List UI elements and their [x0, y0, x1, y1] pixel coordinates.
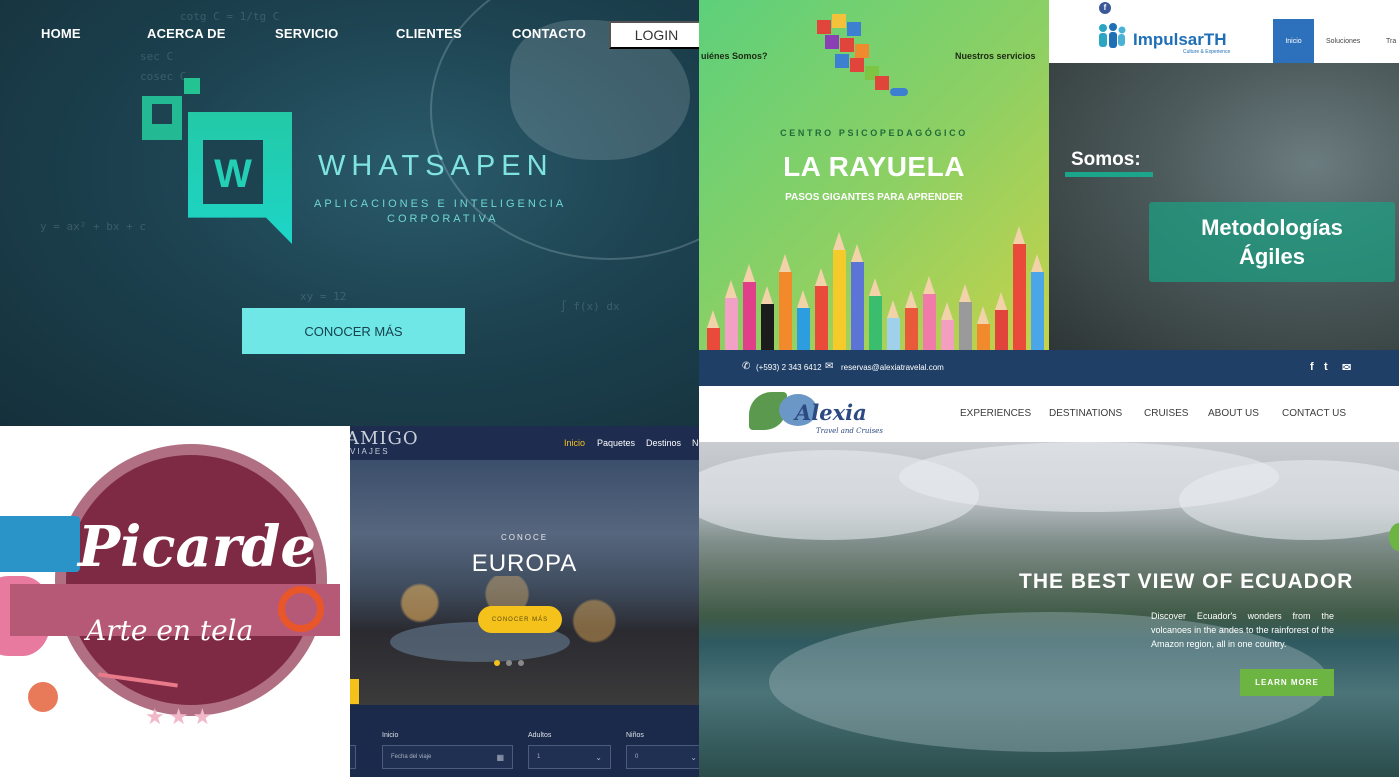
twitter-icon[interactable]: t: [1324, 361, 1328, 373]
kids-value: 0: [635, 754, 639, 760]
hero-headline: THE BEST VIEW OF ECUADOR: [1019, 570, 1354, 593]
math-scribble: ∫ f(x) dx: [560, 300, 620, 313]
brand-subtitle: Travel and Cruises: [816, 427, 883, 435]
origin-field[interactable]: [350, 745, 356, 769]
alexia-panel: ✆ (+593) 2 343 6412 ✉ reservas@alexiatra…: [699, 350, 1399, 777]
scissors-icon: [278, 586, 324, 632]
nav-clientes[interactable]: CLIENTES: [396, 26, 462, 41]
nav-servicio[interactable]: SERVICIO: [275, 26, 339, 41]
highlight-text: Metodologías Ágiles: [1149, 213, 1395, 271]
conocer-mas-button[interactable]: CONOCER MÁS: [478, 606, 562, 633]
nav-experiences[interactable]: EXPERIENCES: [960, 408, 1031, 419]
nav-truncated[interactable]: Tra: [1386, 38, 1396, 45]
brand-tagline: CORPORATIVA: [387, 213, 499, 225]
logo-letter: W: [214, 152, 252, 196]
kids-select[interactable]: 0 ⌄: [626, 745, 699, 769]
nav-contact-us[interactable]: CONTACT US: [1282, 408, 1346, 419]
math-scribble: xy = 12: [300, 290, 347, 303]
people-logo-icon: [1099, 23, 1126, 48]
facebook-icon[interactable]: f: [1310, 361, 1314, 373]
date-placeholder: Fecha del viaje: [391, 754, 432, 760]
nav-paquetes[interactable]: Paquetes: [597, 438, 635, 448]
phone-number[interactable]: (+593) 2 343 6412: [756, 363, 822, 372]
calendar-icon: ▦: [496, 752, 504, 762]
somos-heading: Somos:: [1071, 149, 1141, 170]
hero-title: EUROPA: [471, 550, 578, 577]
envelope-icon[interactable]: ✉: [1342, 361, 1351, 374]
math-scribble: sec C: [140, 50, 174, 63]
carousel-dot[interactable]: [506, 660, 512, 666]
side-tab[interactable]: [350, 679, 359, 704]
highlight-line: Metodologías: [1201, 215, 1343, 240]
label-ninos: Niños: [626, 732, 644, 739]
stars-decoration: ★★★: [145, 704, 217, 729]
whatsapen-panel: cotg C = 1/tg C sec C cosec C y = ax² + …: [0, 0, 699, 426]
nav-inicio[interactable]: Inicio: [564, 438, 585, 448]
heading-underline: [1065, 172, 1153, 177]
amigo-panel: AMIGO VIAJES Inicio Paquetes Destinos No…: [350, 426, 699, 777]
date-field[interactable]: Fecha del viaje ▦: [382, 745, 513, 769]
nav-cruises[interactable]: CRUISES: [1144, 408, 1188, 419]
chevron-down-icon: ⌄: [595, 752, 602, 762]
nav-about-us[interactable]: ABOUT US: [1208, 408, 1259, 419]
conocer-mas-button[interactable]: CONOCER MÁS: [242, 308, 465, 354]
learn-more-button[interactable]: LEARN MORE: [1240, 669, 1334, 696]
brand-name: ImpulsarTH: [1133, 30, 1227, 49]
adults-value: 1: [537, 754, 541, 760]
rayuela-panel: uiénes Somos? Nuestros servicios CENTRO …: [699, 0, 1049, 350]
label-adultos: Adultos: [528, 732, 552, 739]
main-nav: HOME ACERCA DE SERVICIO CLIENTES CONTACT…: [0, 22, 699, 50]
pretitle: CENTRO PSICOPEDAGÓGICO: [780, 128, 968, 138]
page-title: LA RAYUELA: [783, 151, 965, 182]
nav-inicio[interactable]: Inicio: [1273, 19, 1314, 63]
math-scribble: cosec C: [140, 70, 187, 83]
website-collage: cotg C = 1/tg C sec C cosec C y = ax² + …: [0, 0, 1399, 777]
facebook-icon[interactable]: f: [1099, 2, 1111, 14]
brand-title: WHATSAPEN: [318, 150, 554, 182]
brand-logo-sub: VIAJES: [350, 447, 390, 456]
brand-tagline: APLICACIONES E INTELIGENCIA: [314, 198, 567, 210]
tagline: PASOS GIGANTES PARA APRENDER: [785, 192, 963, 203]
carousel-dot[interactable]: [518, 660, 524, 666]
nav-destinos[interactable]: Destinos: [646, 438, 681, 448]
impulsar-panel: f ImpulsarTH Culture & Experience Inicio…: [1049, 0, 1399, 350]
nav-contacto[interactable]: CONTACTO: [512, 26, 586, 41]
nav-soluciones[interactable]: Soluciones: [1326, 38, 1360, 45]
brand-logo[interactable]: Alexia: [795, 400, 867, 425]
logo-circle: [66, 455, 316, 705]
brand-tagline: Culture & Experience: [1183, 49, 1231, 55]
thread-spool-icon: [0, 516, 80, 572]
flower-icon: [28, 682, 58, 712]
chevron-down-icon: ⌄: [690, 752, 697, 762]
hero-pretitle: CONOCE: [500, 533, 549, 542]
nav-home[interactable]: HOME: [41, 26, 81, 41]
nav-nuestros-servicios[interactable]: Nuestros servicios: [955, 51, 1036, 61]
nav-truncated[interactable]: No: [692, 438, 699, 448]
email-address[interactable]: reservas@alexiatravelal.com: [841, 363, 944, 372]
nav-quienes-somos[interactable]: uiénes Somos?: [701, 51, 768, 61]
logo-mark: [152, 104, 172, 124]
mail-icon: ✉: [825, 361, 834, 372]
brand-title: Picarde: [78, 514, 317, 580]
adults-select[interactable]: 1 ⌄: [528, 745, 611, 769]
hero-description: Discover Ecuador's wonders from the volc…: [1151, 611, 1334, 649]
carousel-dot-active[interactable]: [494, 660, 500, 666]
label-inicio: Inicio: [382, 732, 399, 739]
picarde-panel: Picarde Arte en tela ★★★: [0, 426, 350, 777]
logo-mark: [184, 78, 200, 94]
math-scribble: y = ax² + bx + c: [40, 220, 146, 233]
phone-icon: ✆: [742, 361, 751, 372]
login-button[interactable]: LOGIN: [609, 21, 699, 49]
brand-logo[interactable]: AMIGO: [350, 428, 419, 449]
highlight-line: Ágiles: [1238, 244, 1306, 269]
nav-destinations[interactable]: DESTINATIONS: [1049, 408, 1122, 419]
brand-subtitle: Arte en tela: [86, 614, 254, 647]
nav-acerca-de[interactable]: ACERCA DE: [147, 26, 226, 41]
